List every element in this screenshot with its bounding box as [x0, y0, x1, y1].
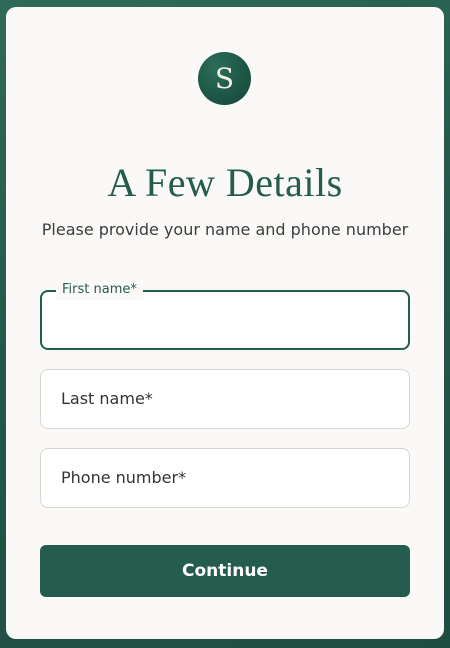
page-subtitle: Please provide your name and phone numbe… [41, 220, 409, 239]
last-name-input[interactable] [59, 388, 391, 414]
first-name-label: First name* [56, 280, 143, 300]
page-title: A Few Details [107, 160, 343, 205]
first-name-field[interactable]: First name* [40, 280, 410, 350]
phone-number-input[interactable] [59, 467, 391, 493]
last-name-field[interactable]: Last name* [40, 369, 410, 429]
phone-number-field[interactable]: Phone number* [40, 448, 410, 508]
brand-logo: S [198, 52, 251, 105]
details-card: S A Few Details Please provide your name… [6, 7, 444, 639]
continue-button-label: Continue [182, 561, 268, 581]
brand-logo-letter: S [214, 61, 235, 95]
continue-button[interactable]: Continue [40, 545, 410, 597]
first-name-input[interactable] [60, 310, 390, 336]
